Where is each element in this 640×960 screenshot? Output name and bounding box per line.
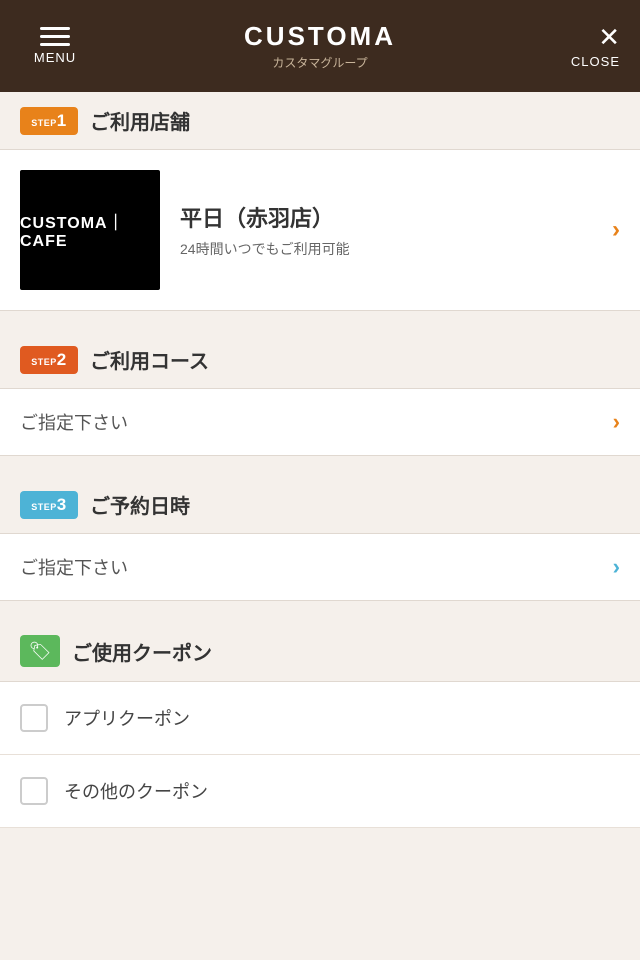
hamburger-line xyxy=(40,43,70,46)
hamburger-icon xyxy=(40,27,70,46)
app-title-main: CUSTOMA xyxy=(90,21,550,52)
app-title-sub: カスタマグループ xyxy=(90,54,550,71)
hamburger-line xyxy=(40,27,70,30)
step2-selector[interactable]: ご指定下さい › xyxy=(0,388,640,456)
coupon-app-label: アプリクーポン xyxy=(64,705,190,731)
step2-badge-text: STEP2 xyxy=(31,350,66,370)
app-header: MENU CUSTOMA カスタマグループ ✕ CLOSE xyxy=(0,0,640,92)
step3-badge-text: STEP3 xyxy=(31,495,66,515)
store-hours: 24時間いつでもご利用可能 xyxy=(180,239,592,259)
step3-title: ご予約日時 xyxy=(90,490,190,519)
coupon-other-label: その他のクーポン xyxy=(64,778,208,804)
tag-icon: 🏷 xyxy=(29,641,52,662)
step1-badge-text: STEP1 xyxy=(31,111,66,131)
step3-badge: STEP3 xyxy=(20,491,78,519)
coupon-app-checkbox[interactable] xyxy=(20,704,48,732)
step1-header: STEP1 ご利用店舗 xyxy=(0,92,640,149)
store-card[interactable]: CUSTOMA｜CAFE 平日（赤羽店） 24時間いつでもご利用可能 › xyxy=(0,149,640,311)
coupon-section: アプリクーポン その他のクーポン xyxy=(0,681,640,828)
close-label: CLOSE xyxy=(571,54,620,69)
step1-badge: STEP1 xyxy=(20,107,78,135)
coupon-other-checkbox[interactable] xyxy=(20,777,48,805)
store-logo-text: CUSTOMA｜CAFE xyxy=(20,209,160,251)
close-button[interactable]: ✕ CLOSE xyxy=(550,24,620,69)
step2-chevron-icon: › xyxy=(613,409,620,435)
store-name: 平日（赤羽店） xyxy=(180,201,592,233)
coupon-title: ご使用クーポン xyxy=(72,637,212,666)
coupon-header: 🏷 ご使用クーポン xyxy=(0,621,640,681)
step3-placeholder: ご指定下さい xyxy=(20,554,128,580)
step1-title: ご利用店舗 xyxy=(90,106,190,135)
section-gap xyxy=(0,456,640,476)
coupon-badge: 🏷 xyxy=(20,635,60,667)
step3-header: STEP3 ご予約日時 xyxy=(0,476,640,533)
hamburger-line xyxy=(40,35,70,38)
step2-header: STEP2 ご利用コース xyxy=(0,331,640,388)
coupon-item-other[interactable]: その他のクーポン xyxy=(0,755,640,828)
close-icon: ✕ xyxy=(598,24,620,50)
store-logo: CUSTOMA｜CAFE xyxy=(20,170,160,290)
section-gap-2 xyxy=(0,601,640,621)
app-title: CUSTOMA カスタマグループ xyxy=(90,21,550,71)
menu-label: MENU xyxy=(34,50,76,65)
step2-badge: STEP2 xyxy=(20,346,78,374)
store-chevron-icon: › xyxy=(612,216,620,244)
store-info: 平日（赤羽店） 24時間いつでもご利用可能 xyxy=(180,201,592,259)
coupon-item-app[interactable]: アプリクーポン xyxy=(0,682,640,755)
step2-title: ご利用コース xyxy=(90,345,209,374)
menu-button[interactable]: MENU xyxy=(20,27,90,65)
step3-chevron-icon: › xyxy=(613,554,620,580)
step3-selector[interactable]: ご指定下さい › xyxy=(0,533,640,601)
step2-placeholder: ご指定下さい xyxy=(20,409,128,435)
